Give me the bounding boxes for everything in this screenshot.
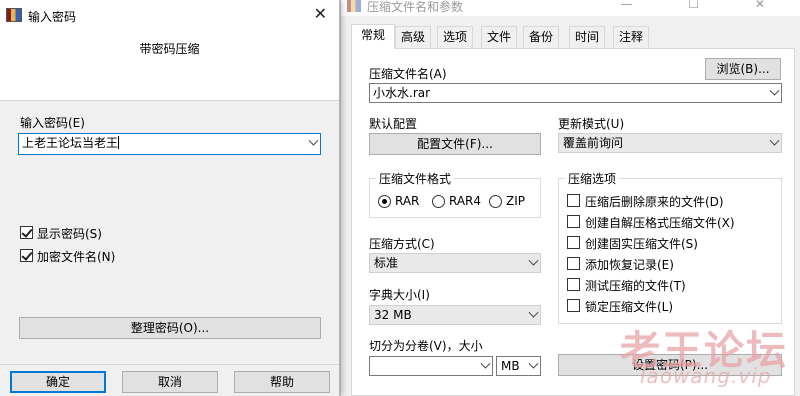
format-rar4-label: RAR4 bbox=[449, 194, 482, 208]
encrypt-filenames-label: 加密文件名(N) bbox=[37, 250, 116, 264]
format-rar-radio[interactable] bbox=[378, 195, 391, 208]
show-password-checkbox[interactable] bbox=[20, 226, 33, 239]
browse-button[interactable]: 浏览(B)... bbox=[705, 58, 781, 80]
watermark-subtext: laowang.vip bbox=[640, 364, 772, 388]
method-value: 标准 bbox=[374, 256, 399, 270]
option-test-label: 测试压缩的文件(T) bbox=[585, 279, 686, 293]
tab-options[interactable]: 选项 bbox=[437, 26, 473, 48]
archive-name-combo[interactable]: 小水水.rar bbox=[369, 83, 782, 103]
split-volumes-label: 切分为分卷(V)，大小 bbox=[369, 339, 483, 353]
chevron-down-icon bbox=[308, 135, 319, 146]
header-divider bbox=[0, 100, 339, 101]
option-recovery-label: 添加恢复记录(E) bbox=[585, 258, 674, 272]
tab-time[interactable]: 时间 bbox=[569, 26, 605, 48]
chevron-down-icon bbox=[528, 307, 539, 318]
option-test-checkbox[interactable] bbox=[567, 278, 580, 291]
winrar-app-icon bbox=[6, 8, 22, 22]
cancel-button[interactable]: 取消 bbox=[122, 371, 218, 393]
tab-files[interactable]: 文件 bbox=[481, 26, 517, 48]
option-solid-label: 创建固实压缩文件(S) bbox=[585, 237, 698, 251]
window-control-buttons[interactable]: — ☐ ✕ bbox=[621, 0, 791, 11]
option-sfx-checkbox[interactable] bbox=[567, 215, 580, 228]
password-dialog-titlebar: 输入密码 ✕ bbox=[0, 0, 339, 30]
split-unit-select[interactable]: MB bbox=[496, 356, 541, 376]
format-zip-label: ZIP bbox=[506, 194, 525, 208]
archive-options-title: 压缩选项 bbox=[565, 170, 620, 187]
chevron-down-icon bbox=[480, 358, 491, 369]
password-dialog-header: 带密码压缩 bbox=[0, 30, 339, 100]
tab-general[interactable]: 常规 bbox=[351, 24, 395, 49]
password-dialog-title: 输入密码 bbox=[28, 10, 77, 24]
password-label: 输入密码(E) bbox=[20, 116, 85, 130]
option-sfx-label: 创建自解压格式压缩文件(X) bbox=[585, 216, 735, 230]
update-mode-value: 覆盖前询问 bbox=[563, 136, 624, 150]
chevron-down-icon bbox=[769, 85, 780, 96]
archive-name-label: 压缩文件名(A) bbox=[369, 67, 447, 81]
method-label: 压缩方式(C) bbox=[369, 237, 435, 251]
archive-window-title: 压缩文件名和参数 bbox=[367, 0, 464, 14]
tab-backup[interactable]: 备份 bbox=[523, 26, 559, 48]
format-rar4-radio[interactable] bbox=[432, 195, 445, 208]
tab-comment[interactable]: 注释 bbox=[613, 26, 649, 48]
dialog-button-bar: 确定 取消 帮助 bbox=[0, 364, 339, 396]
format-zip-radio[interactable] bbox=[489, 195, 502, 208]
dictionary-select[interactable]: 32 MB bbox=[369, 305, 541, 325]
text-cursor bbox=[118, 136, 120, 149]
method-select[interactable]: 标准 bbox=[369, 253, 541, 273]
ok-button[interactable]: 确定 bbox=[10, 371, 106, 393]
organize-passwords-button[interactable]: 整理密码(O)... bbox=[19, 317, 321, 339]
option-lock-label: 锁定压缩文件(L) bbox=[585, 300, 674, 314]
chevron-down-icon bbox=[528, 255, 539, 266]
show-password-label: 显示密码(S) bbox=[37, 227, 102, 241]
archive-options-group: 压缩选项 压缩后删除原来的文件(D) 创建自解压格式压缩文件(X) 创建固实压缩… bbox=[558, 170, 782, 324]
close-icon[interactable]: ✕ bbox=[314, 4, 327, 23]
option-recovery-checkbox[interactable] bbox=[567, 257, 580, 270]
profiles-button[interactable]: 配置文件(F)... bbox=[369, 133, 541, 155]
password-input[interactable]: 上老王论坛当老王 bbox=[18, 133, 321, 155]
split-size-input[interactable] bbox=[369, 356, 493, 376]
format-rar-label: RAR bbox=[395, 194, 420, 208]
password-dialog: 输入密码 ✕ 带密码压缩 输入密码(E) 上老王论坛当老王 显示密码(S) 加密… bbox=[0, 0, 340, 396]
option-lock-checkbox[interactable] bbox=[567, 299, 580, 312]
archive-name-value: 小水水.rar bbox=[373, 86, 431, 100]
dictionary-label: 字典大小(I) bbox=[369, 288, 430, 302]
format-group-title: 压缩文件格式 bbox=[376, 170, 455, 187]
option-delete-after-label: 压缩后删除原来的文件(D) bbox=[585, 195, 724, 209]
update-mode-label: 更新模式(U) bbox=[558, 117, 625, 131]
default-profile-label: 默认配置 bbox=[369, 117, 418, 131]
password-dialog-heading: 带密码压缩 bbox=[139, 42, 200, 56]
option-solid-checkbox[interactable] bbox=[567, 236, 580, 249]
dictionary-value: 32 MB bbox=[374, 308, 412, 322]
option-delete-after-checkbox[interactable] bbox=[567, 194, 580, 207]
format-group: 压缩文件格式 RAR RAR4 ZIP bbox=[369, 170, 541, 218]
encrypt-filenames-checkbox[interactable] bbox=[20, 249, 33, 262]
chevron-down-icon bbox=[769, 135, 780, 146]
split-unit-value: MB bbox=[501, 359, 520, 373]
update-mode-select[interactable]: 覆盖前询问 bbox=[558, 133, 782, 153]
password-value: 上老王论坛当老王 bbox=[22, 136, 119, 150]
tab-advanced[interactable]: 高级 bbox=[395, 26, 431, 48]
help-button[interactable]: 帮助 bbox=[234, 371, 330, 393]
archive-window-titlebar: 压缩文件名和参数 — ☐ ✕ bbox=[341, 0, 800, 16]
winrar-app-icon bbox=[347, 0, 361, 12]
chevron-down-icon bbox=[528, 358, 539, 369]
